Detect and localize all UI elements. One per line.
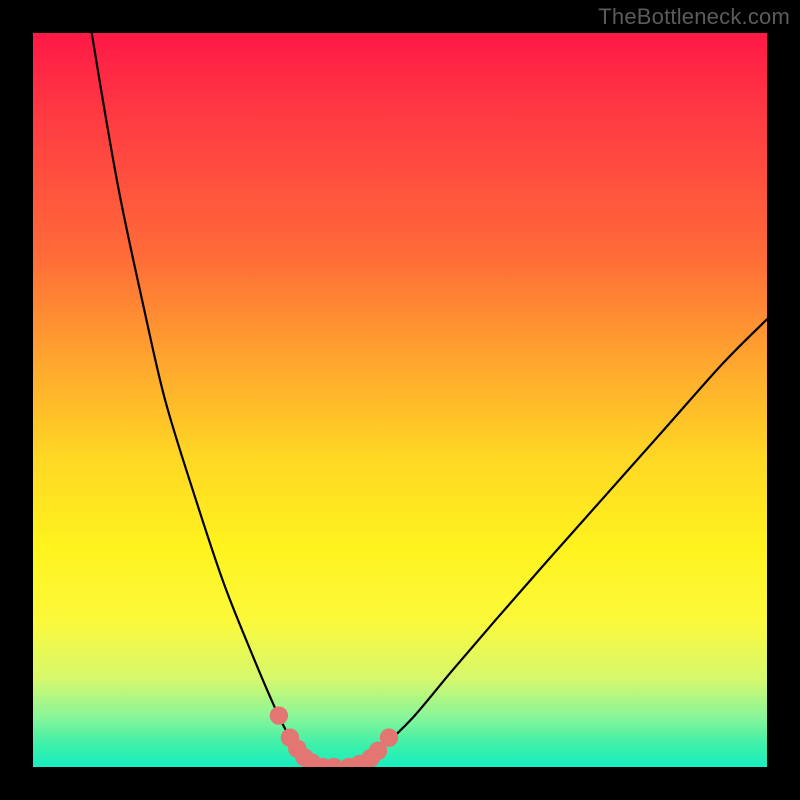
highlight-markers bbox=[270, 706, 398, 767]
highlight-dot bbox=[270, 706, 288, 724]
highlight-dot bbox=[380, 728, 398, 746]
chart-frame: TheBottleneck.com bbox=[0, 0, 800, 800]
curve-right-branch bbox=[363, 319, 767, 767]
plot-area bbox=[33, 33, 767, 767]
curve-left-branch bbox=[92, 33, 320, 767]
curve-layer bbox=[33, 33, 767, 767]
watermark-text: TheBottleneck.com bbox=[598, 4, 790, 30]
